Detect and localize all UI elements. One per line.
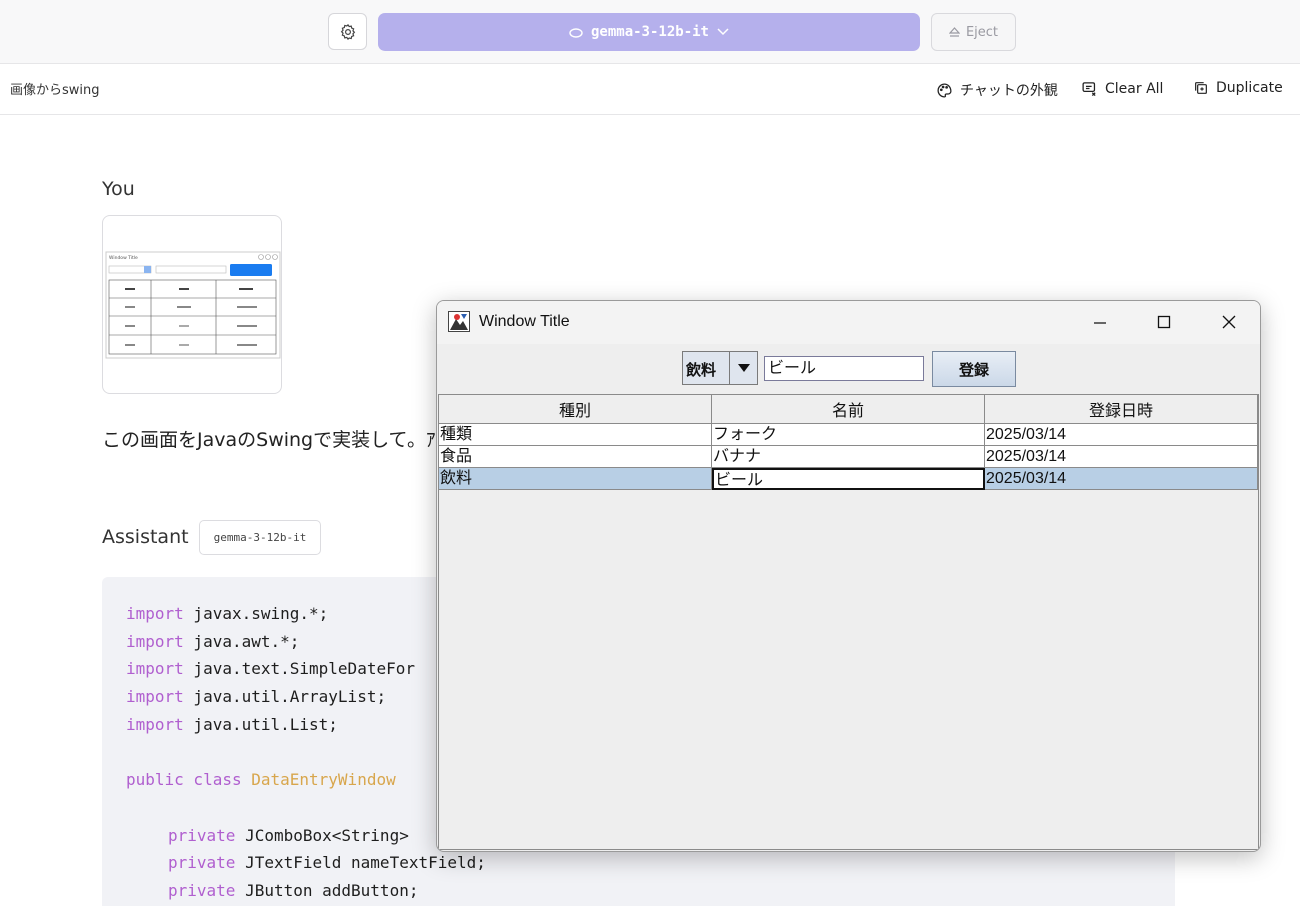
assistant-model-chip: gemma-3-12b-it [199, 520, 321, 555]
duplicate-label: Duplicate [1216, 80, 1283, 96]
code-line: private JTextField nameTextField; [168, 853, 486, 872]
code-line: import java.util.ArrayList; [126, 687, 387, 706]
table-cell-selected[interactable]: 飲料 [439, 468, 712, 490]
swing-title-bar[interactable]: Window Title [437, 301, 1260, 344]
code-line: import java.awt.*; [126, 632, 300, 651]
user-label: You [102, 178, 135, 200]
chat-appearance-button[interactable]: チャットの外観 [936, 80, 1058, 100]
top-bar: gemma-3-12b-it Eject [0, 0, 1300, 64]
table-cell-selected[interactable]: 2025/03/14 [985, 468, 1258, 490]
column-header-type[interactable]: 種別 [439, 395, 712, 424]
table-cell[interactable]: 2025/03/14 [985, 446, 1258, 468]
minimize-icon [1094, 322, 1106, 324]
thumbnail-title: Window Title [109, 255, 138, 261]
table-cell-focused[interactable]: ビール [712, 468, 985, 490]
palette-icon [937, 82, 952, 98]
code-line: private JComboBox<String> [168, 826, 409, 845]
chat-title[interactable]: 画像からswing [10, 79, 100, 98]
swing-window-title: Window Title [479, 313, 570, 330]
code-line: private JButton addButton; [168, 881, 419, 900]
data-table[interactable]: 種別 名前 登録日時 種類 フォーク 2025/03/14 食品 バナナ 202… [438, 394, 1259, 850]
clear-chat-icon [1082, 82, 1096, 97]
column-header-name[interactable]: 名前 [712, 395, 985, 424]
column-header-date[interactable]: 登録日時 [985, 395, 1258, 424]
table-cell[interactable]: 食品 [439, 446, 712, 468]
eject-button[interactable]: Eject [931, 13, 1016, 51]
model-selector-button[interactable]: gemma-3-12b-it [378, 13, 920, 51]
category-combo-box[interactable]: 飲料 [682, 351, 758, 385]
close-button[interactable] [1211, 309, 1247, 335]
maximize-icon [1157, 315, 1171, 329]
eject-label: Eject [965, 24, 999, 40]
table-cell[interactable]: バナナ [712, 446, 985, 468]
close-icon [1222, 315, 1236, 329]
clear-all-label: Clear All [1105, 80, 1164, 97]
duplicate-button[interactable]: Duplicate [1193, 80, 1283, 96]
table-cell[interactable]: フォーク [712, 424, 985, 446]
eject-icon [948, 26, 960, 37]
combo-selected-value: 飲料 [686, 362, 717, 379]
name-text-field[interactable]: ビール [764, 356, 924, 381]
code-line: import java.text.SimpleDateFor [126, 659, 415, 678]
model-icon [569, 28, 583, 38]
swing-window: Window Title 飲料 ビール 登録 種別 名前 登録日時 種類 フォー… [436, 300, 1261, 852]
chat-appearance-label: チャットの外観 [960, 83, 1058, 99]
duplicate-icon [1195, 82, 1207, 94]
model-name: gemma-3-12b-it [590, 24, 709, 40]
code-line: import javax.swing.*; [126, 604, 329, 623]
assistant-label: Assistant [102, 526, 189, 548]
thumbnail-preview: Window Title [105, 251, 281, 359]
triangle-down-icon [737, 364, 750, 372]
java-app-icon [448, 311, 470, 332]
user-message: この画面をJavaのSwingで実装して。ｱ [102, 429, 436, 451]
chevron-down-icon [717, 28, 729, 36]
maximize-button[interactable] [1146, 309, 1182, 335]
table-cell[interactable]: 2025/03/14 [985, 424, 1258, 446]
settings-button[interactable] [328, 13, 367, 50]
register-button[interactable]: 登録 [932, 351, 1016, 387]
gear-icon [340, 23, 355, 40]
combo-dropdown-arrow[interactable] [729, 352, 757, 384]
minimize-button[interactable] [1082, 309, 1118, 335]
clear-all-button[interactable]: Clear All [1081, 80, 1163, 97]
chat-header: 画像からswing チャットの外観 Clear All Duplicate [0, 64, 1300, 115]
code-line: public class DataEntryWindow [126, 770, 396, 789]
attached-image-thumbnail[interactable]: Window Title [102, 215, 282, 394]
table-cell[interactable]: 種類 [439, 424, 712, 446]
code-line: import java.util.List; [126, 715, 338, 734]
